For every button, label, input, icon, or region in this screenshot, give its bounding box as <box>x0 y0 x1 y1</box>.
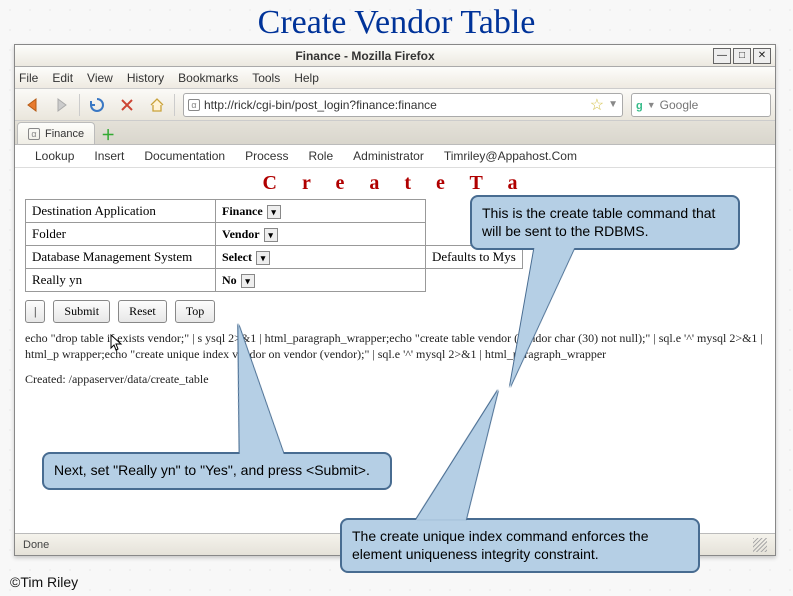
minimize-button[interactable]: — <box>713 48 731 64</box>
tab-strip: α Finance ＋ <box>15 121 775 145</box>
home-button[interactable] <box>144 92 170 118</box>
chevron-down-icon: ▾ <box>264 228 278 242</box>
form-row-dbms: Database Management System Select ▾ Defa… <box>26 246 523 269</box>
nav-lookup[interactable]: Lookup <box>35 149 74 163</box>
search-input[interactable] <box>660 98 793 112</box>
divider <box>174 94 175 116</box>
chevron-down-icon: ▾ <box>267 205 281 219</box>
chevron-down-icon: ▾ <box>241 274 255 288</box>
console-output: echo "drop table if exists vendor;" | s … <box>25 331 765 388</box>
select-destination-application[interactable]: Finance ▾ <box>222 204 281 219</box>
resize-grip-icon[interactable] <box>753 538 767 552</box>
reload-button[interactable] <box>84 92 110 118</box>
nav-documentation[interactable]: Documentation <box>144 149 225 163</box>
top-button[interactable]: Top <box>175 300 216 323</box>
nav-administrator[interactable]: Administrator <box>353 149 424 163</box>
tab-finance[interactable]: α Finance <box>17 122 95 144</box>
window-title: Finance - Mozilla Firefox <box>19 49 711 63</box>
menu-help[interactable]: Help <box>294 71 319 85</box>
callout-really-yn: Next, set "Really yn" to "Yes", and pres… <box>42 452 392 490</box>
close-button[interactable]: ✕ <box>753 48 771 64</box>
nav-role[interactable]: Role <box>308 149 333 163</box>
plus-icon: ＋ <box>101 125 115 145</box>
url-bar[interactable]: α ☆ ▼ <box>183 93 623 117</box>
status-text: Done <box>23 539 49 551</box>
callout-unique-index: The create unique index command enforces… <box>340 518 700 573</box>
slide-title: Create Vendor Table <box>0 4 793 42</box>
form-row-really-yn: Really yn No ▾ <box>26 269 523 292</box>
menu-file[interactable]: File <box>19 71 38 85</box>
forward-button[interactable] <box>49 92 75 118</box>
app-nav: Lookup Insert Documentation Process Role… <box>15 145 775 168</box>
button-row: | Submit Reset Top <box>25 300 765 323</box>
select-folder[interactable]: Vendor ▾ <box>222 227 278 242</box>
nav-user[interactable]: Timriley@Appahost.Com <box>444 149 577 163</box>
label-destination-application: Destination Application <box>26 200 216 223</box>
new-tab-button[interactable]: ＋ <box>97 126 119 144</box>
menu-bookmarks[interactable]: Bookmarks <box>178 71 238 85</box>
menubar: File Edit View History Bookmarks Tools H… <box>15 67 775 89</box>
menu-view[interactable]: View <box>87 71 113 85</box>
url-dropdown-icon[interactable]: ▼ <box>608 99 618 110</box>
copyright: ©Tim Riley <box>10 574 78 590</box>
url-input[interactable] <box>204 98 586 112</box>
label-folder: Folder <box>26 223 216 246</box>
back-arrow-icon <box>22 95 42 115</box>
site-icon: α <box>188 99 200 111</box>
back-button[interactable] <box>19 92 45 118</box>
divider <box>79 94 80 116</box>
chevron-down-icon: ▾ <box>256 251 270 265</box>
submit-button[interactable]: Submit <box>53 300 110 323</box>
bookmark-star-icon[interactable]: ☆ <box>590 95 604 115</box>
google-icon <box>636 98 643 112</box>
console-line-2: Created: /appaserver/data/create_table <box>25 372 765 388</box>
reset-button[interactable]: Reset <box>118 300 167 323</box>
label-dbms: Database Management System <box>26 246 216 269</box>
menu-edit[interactable]: Edit <box>52 71 73 85</box>
forward-arrow-icon <box>52 95 72 115</box>
home-icon <box>148 96 166 114</box>
reload-icon <box>88 96 106 114</box>
search-dropdown-icon[interactable]: ▼ <box>647 100 656 110</box>
select-really-yn[interactable]: No ▾ <box>222 273 255 288</box>
tab-favicon-icon: α <box>28 128 40 140</box>
search-bar[interactable]: ▼ <box>631 93 771 117</box>
form-row-destination-application: Destination Application Finance ▾ <box>26 200 523 223</box>
form-row-folder: Folder Vendor ▾ <box>26 223 523 246</box>
menu-tools[interactable]: Tools <box>252 71 280 85</box>
label-really-yn: Really yn <box>26 269 216 292</box>
stop-button[interactable] <box>114 92 140 118</box>
pipe-button[interactable]: | <box>25 300 45 323</box>
toolbar: α ☆ ▼ ▼ <box>15 89 775 121</box>
titlebar: Finance - Mozilla Firefox — □ ✕ <box>15 45 775 67</box>
console-line-1: echo "drop table if exists vendor;" | s … <box>25 331 765 362</box>
nav-insert[interactable]: Insert <box>94 149 124 163</box>
nav-process[interactable]: Process <box>245 149 288 163</box>
stop-icon <box>119 97 135 113</box>
form-table: Destination Application Finance ▾ Folder… <box>25 199 523 292</box>
maximize-button[interactable]: □ <box>733 48 751 64</box>
callout-create-table: This is the create table command that wi… <box>470 195 740 250</box>
menu-history[interactable]: History <box>127 71 164 85</box>
tab-label: Finance <box>45 128 84 140</box>
select-dbms[interactable]: Select ▾ <box>222 250 270 265</box>
